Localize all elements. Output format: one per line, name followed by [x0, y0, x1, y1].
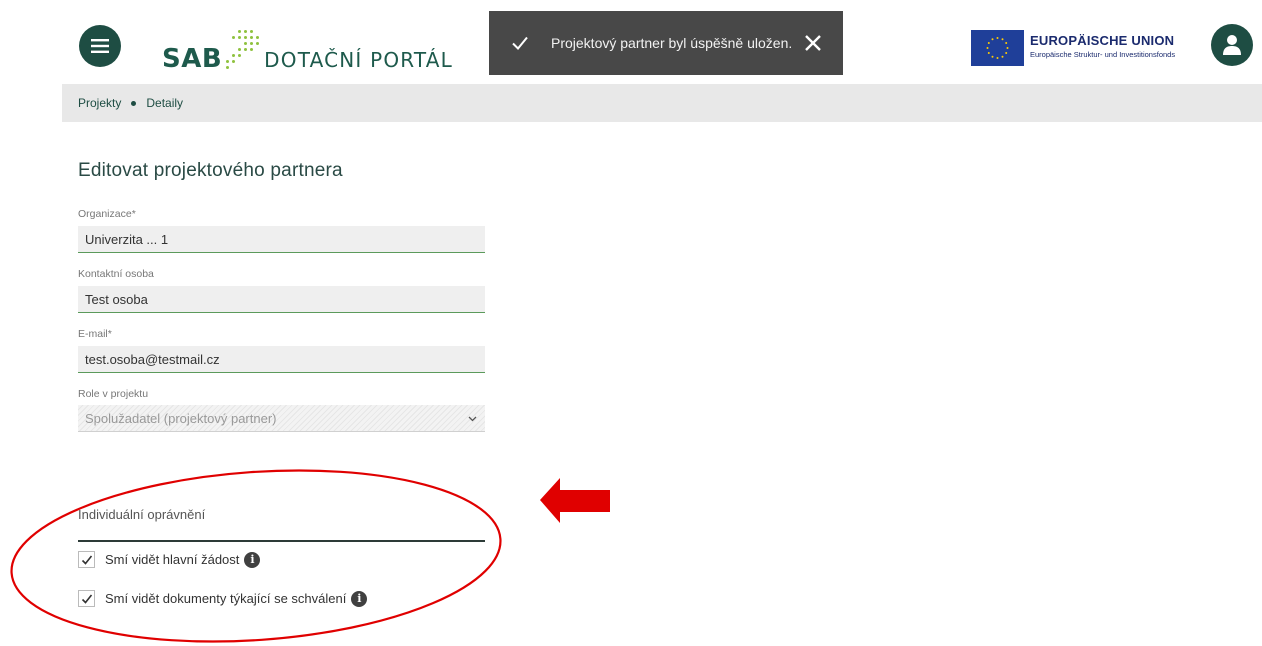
- eu-subtitle: Europäische Struktur- und Investitionsfo…: [1030, 50, 1176, 59]
- role-label: Role v projektu: [78, 388, 149, 400]
- menu-button[interactable]: [79, 25, 121, 67]
- email-label: E-mail*: [78, 328, 112, 340]
- annotation-arrow: [540, 478, 610, 523]
- toast-message: Projektový partner byl úspěšně uložen.: [551, 35, 793, 51]
- permission-checkbox-approval-documents[interactable]: [78, 590, 95, 607]
- close-icon[interactable]: [804, 34, 822, 52]
- organization-input[interactable]: [78, 226, 485, 253]
- role-select[interactable]: Spolužadatel (projektový partner): [78, 405, 485, 432]
- organization-label: Organizace*: [78, 208, 136, 220]
- contact-person-input[interactable]: [78, 286, 485, 313]
- sab-logo[interactable]: SAB DOTAČNÍ PORTÁL: [162, 26, 453, 72]
- eu-flag-icon: [971, 30, 1024, 66]
- breadcrumb: Projekty Detaily: [62, 84, 1262, 122]
- checkmark-icon: [81, 555, 92, 565]
- permissions-divider: [78, 540, 485, 542]
- permissions-section-title: Individuální oprávnění: [78, 507, 206, 522]
- user-account-button[interactable]: [1211, 24, 1253, 66]
- logo-dots: [224, 28, 260, 72]
- permission-label-main-application: Smí vidět hlavní žádost: [105, 552, 240, 567]
- page-title: Editovat projektového partnera: [78, 160, 343, 181]
- info-icon[interactable]: i: [244, 551, 261, 568]
- permission-label-approval-documents: Smí vidět dokumenty týkající se schválen…: [105, 591, 347, 606]
- permission-checkbox-main-application[interactable]: [78, 551, 95, 568]
- role-select-value: Spolužadatel (projektový partner): [85, 410, 277, 426]
- user-icon: [1223, 35, 1241, 55]
- checkmark-icon: [512, 36, 528, 50]
- contact-person-label: Kontaktní osoba: [78, 268, 154, 280]
- logo-brand: SAB: [162, 44, 223, 74]
- checkmark-icon: [81, 594, 92, 604]
- hamburger-menu-icon: [91, 39, 109, 53]
- breadcrumb-item-detaily[interactable]: Detaily: [146, 96, 183, 110]
- permission-view-main-application[interactable]: Smí vidět hlavní žádost i: [78, 551, 261, 568]
- email-input[interactable]: [78, 346, 485, 373]
- chevron-down-icon: [468, 416, 477, 422]
- eu-label: EUROPÄISCHE UNION Europäische Struktur- …: [1030, 33, 1175, 59]
- breadcrumb-item-projekty[interactable]: Projekty: [78, 96, 121, 110]
- info-icon[interactable]: i: [351, 590, 368, 607]
- logo-portal-name: DOTAČNÍ PORTÁL: [264, 48, 454, 72]
- success-toast: Projektový partner byl úspěšně uložen.: [489, 11, 843, 75]
- breadcrumb-separator: [131, 100, 137, 106]
- permission-view-approval-documents[interactable]: Smí vidět dokumenty týkající se schválen…: [78, 590, 368, 607]
- header: SAB DOTAČNÍ PORTÁL Projektový partner by…: [0, 0, 1262, 84]
- eu-title: EUROPÄISCHE UNION: [1030, 33, 1175, 48]
